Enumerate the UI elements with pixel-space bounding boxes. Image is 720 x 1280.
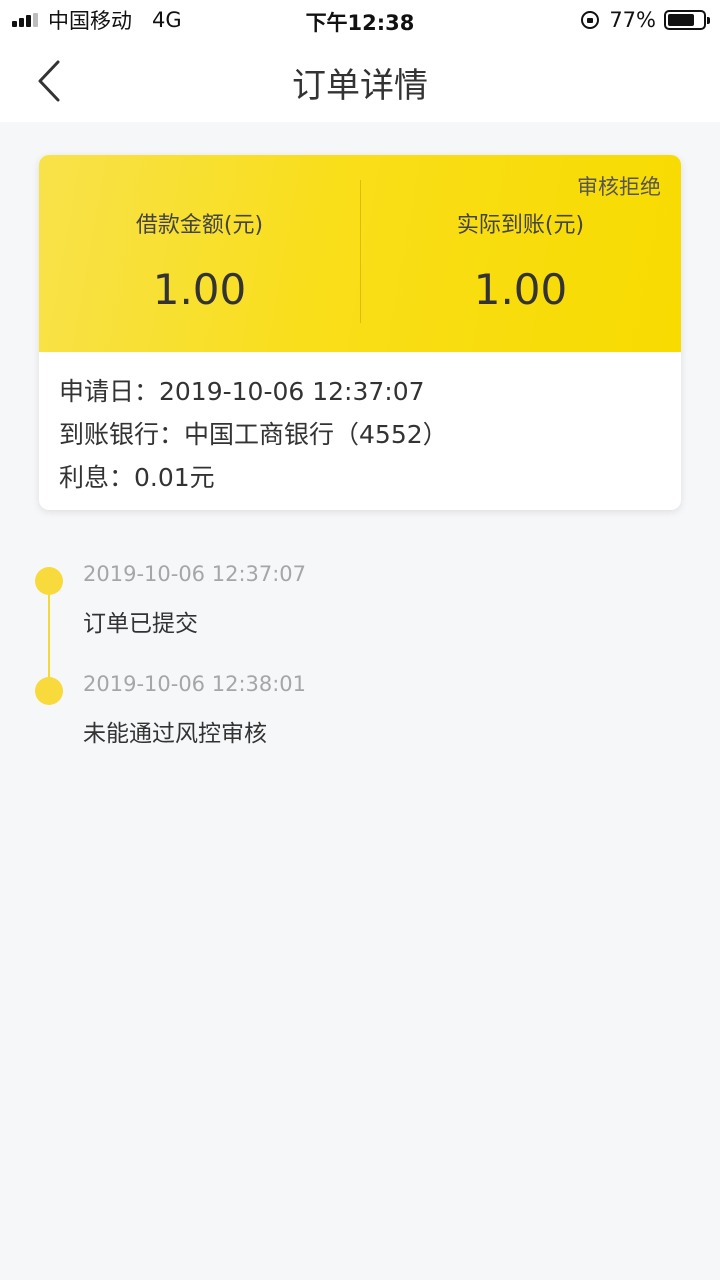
status-bar: 中国移动 4G 下午12:38 77% (0, 0, 720, 40)
loan-amount-value: 1.00 (152, 265, 247, 314)
order-info: 申请日：2019-10-06 12:37:07 到账银行：中国工商银行（4552… (59, 370, 448, 499)
interest: 利息：0.01元 (59, 463, 215, 492)
rotation-lock-icon (581, 11, 600, 29)
nav-bar: 订单详情 (0, 40, 720, 122)
timeline-dot (35, 567, 63, 595)
timeline-time: 2019-10-06 12:38:01 (83, 672, 307, 696)
order-card: 审核拒绝 借款金额(元) 1.00 实际到账(元) 1.00 申请日：2019-… (39, 155, 681, 510)
page-title: 订单详情 (292, 66, 428, 106)
loan-amount-block: 借款金额(元) 1.00 (39, 155, 360, 352)
battery-icon (664, 10, 710, 30)
loan-amount-label: 借款金额(元) (135, 213, 264, 238)
apply-date: 申请日：2019-10-06 12:37:07 (59, 377, 425, 406)
timeline-item: 2019-10-06 12:37:07 订单已提交 (0, 560, 720, 660)
timeline-item: 2019-10-06 12:38:01 未能通过风控审核 (0, 670, 720, 770)
receiving-bank: 到账银行：中国工商银行（4552） (59, 420, 448, 449)
received-amount-label: 实际到账(元) (456, 213, 585, 238)
battery-fill (668, 14, 694, 26)
status-right: 77% (581, 7, 710, 33)
received-amount-value: 1.00 (473, 265, 568, 314)
battery-percent: 77% (609, 8, 656, 32)
amount-panel: 审核拒绝 借款金额(元) 1.00 实际到账(元) 1.00 (39, 155, 681, 352)
timeline-dot (35, 677, 63, 705)
timeline-time: 2019-10-06 12:37:07 (83, 562, 307, 586)
timeline-desc: 订单已提交 (83, 611, 198, 637)
received-amount-block: 实际到账(元) 1.00 (360, 155, 681, 352)
timeline-desc: 未能通过风控审核 (83, 721, 267, 747)
